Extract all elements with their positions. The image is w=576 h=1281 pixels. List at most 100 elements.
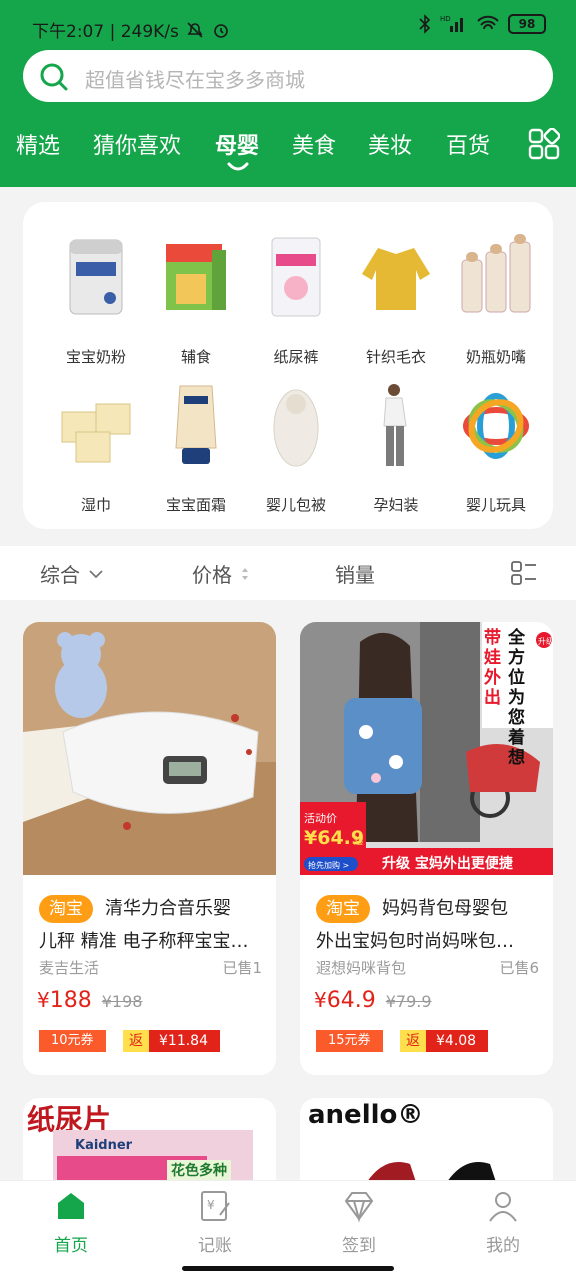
coupon-badge: 10元券 <box>39 1030 106 1052</box>
coupon-badge: 15元券 <box>316 1030 383 1052</box>
product-card[interactable]: 活动价 ¥64.9 起 抢先加购 > 升级 宝妈外出更便捷 升级 带娃外出 全方… <box>300 622 553 1075</box>
sort-label: 综合 <box>40 563 80 587</box>
current-price: 64.9 <box>326 988 376 1013</box>
swaddle-image <box>273 389 319 467</box>
category-label: 奶瓶奶嘴 <box>465 348 526 366</box>
sweater-image <box>362 248 430 310</box>
alarm-icon <box>214 23 228 38</box>
user-icon <box>489 1192 517 1222</box>
list-view-toggle-icon[interactable] <box>510 559 538 587</box>
promo-suffix: 起 <box>354 836 363 847</box>
sort-comprehensive[interactable]: 综合 <box>40 559 104 588</box>
category-baby-cream[interactable]: 宝宝面霜 <box>146 382 246 515</box>
category-maternity-wear[interactable]: 孕妇装 <box>346 382 446 515</box>
category-wet-wipes[interactable]: 湿巾 <box>46 382 146 515</box>
current-price: 188 <box>49 988 92 1013</box>
original-price: ¥79.9 <box>385 992 432 1011</box>
category-baby-food[interactable]: 辅食 <box>146 234 246 367</box>
all-categories-icon[interactable] <box>528 128 560 160</box>
sold-count: 已售6 <box>499 959 539 977</box>
toy-ball-image <box>463 393 529 459</box>
status-time: 下午2:07 | 249K/s <box>32 22 179 42</box>
nav-bookkeeping[interactable]: ¥ 记账 <box>160 1189 270 1256</box>
upgrade-badge: 升级 <box>538 636 553 646</box>
promo-label: 活动价 <box>304 812 337 825</box>
currency-symbol: ¥ <box>314 988 327 1012</box>
nav-check-in[interactable]: 签到 <box>304 1189 414 1256</box>
product-title: 淘宝 妈妈背包母婴包 外出宝妈包时尚妈咪包… <box>316 892 544 958</box>
price-block: ¥64.9 ¥79.9 <box>314 988 432 1013</box>
diaper-wrap-text: Kaidner <box>75 1138 133 1153</box>
signal-icon: HD <box>440 15 463 32</box>
category-swaddle[interactable]: 婴儿包被 <box>246 382 346 515</box>
diaper-sub-text: 花色多种 <box>167 1160 231 1180</box>
nav-label: 记账 <box>198 1236 232 1256</box>
app-header: 下午2:07 | 249K/s HD 98 超值省钱尽在宝多多商城 精选 猜你喜… <box>0 0 576 187</box>
category-label: 孕妇装 <box>373 496 419 514</box>
promo-button-text: 抢先加购 > <box>308 860 349 870</box>
category-baby-bottles[interactable]: 奶瓶奶嘴 <box>446 234 546 367</box>
platform-tag: 淘宝 <box>316 895 370 923</box>
subcategory-grid: 宝宝奶粉 辅食 纸尿裤 针织毛衣 奶瓶奶嘴 湿巾 宝宝面霜 婴儿包被 孕妇装 婴… <box>23 202 553 529</box>
maternity-model-image <box>383 384 407 466</box>
title-line-1: 清华力合音乐婴 <box>105 898 231 919</box>
rebate-label: 返 <box>400 1030 426 1052</box>
category-label: 针织毛衣 <box>365 348 426 366</box>
category-label: 婴儿包被 <box>265 496 326 514</box>
svg-text:HD: HD <box>440 15 451 23</box>
sort-price[interactable]: 价格 <box>192 559 250 588</box>
formula-can-image <box>69 239 123 315</box>
sort-bar: 综合 价格 销量 <box>0 546 576 600</box>
shop-name: 遐想妈咪背包 <box>316 959 407 977</box>
tab-beauty[interactable]: 美妆 <box>368 128 412 160</box>
ledger-icon: ¥ <box>201 1191 230 1221</box>
category-tabs: 精选 猜你喜欢 母婴 美食 美妆 百货 <box>0 118 576 178</box>
image-slogan-red: 带娃外出 <box>484 628 501 708</box>
search-bar[interactable]: 超值省钱尽在宝多多商城 <box>23 50 553 102</box>
bluetooth-icon <box>419 14 431 34</box>
price-block: ¥188 ¥198 <box>37 988 142 1013</box>
rebate-label: 返 <box>123 1030 149 1052</box>
nav-label: 我的 <box>486 1236 520 1256</box>
original-price: ¥198 <box>101 992 143 1011</box>
sort-arrows-icon <box>242 567 248 580</box>
tab-general-goods[interactable]: 百货 <box>446 128 490 160</box>
tab-guess-you-like[interactable]: 猜你喜欢 <box>93 128 181 160</box>
baby-food-box-image <box>166 244 226 310</box>
product-card[interactable]: 淘宝 清华力合音乐婴 儿秤 精准 电子称秤宝宝… 麦吉生活 已售1 ¥188 ¥19… <box>23 622 276 1075</box>
category-diapers[interactable]: 纸尿裤 <box>246 234 346 367</box>
rebate-amount: ¥4.08 <box>426 1030 489 1052</box>
tab-food[interactable]: 美食 <box>292 128 336 160</box>
product-title: 淘宝 清华力合音乐婴 儿秤 精准 电子称秤宝宝… <box>39 892 267 958</box>
cream-tube-image <box>175 385 217 464</box>
svg-text:¥: ¥ <box>207 1198 215 1212</box>
diaper-pack-image <box>53 1130 253 1186</box>
category-baby-toys[interactable]: 婴儿玩具 <box>446 382 546 515</box>
category-knit-sweater[interactable]: 针织毛衣 <box>346 234 446 367</box>
sort-label: 价格 <box>192 563 232 587</box>
sort-sales[interactable]: 销量 <box>335 559 375 588</box>
baby-scale-product-image <box>23 622 276 875</box>
title-line-2: 外出宝妈包时尚妈咪包… <box>316 931 514 952</box>
category-label: 湿巾 <box>80 496 111 514</box>
title-line-2: 儿秤 精准 电子称秤宝宝… <box>39 931 249 952</box>
status-bar: 下午2:07 | 249K/s HD 98 <box>0 0 576 52</box>
nav-home[interactable]: 首页 <box>16 1189 126 1256</box>
tab-featured[interactable]: 精选 <box>16 128 60 160</box>
wet-wipes-image <box>61 403 131 463</box>
sort-label: 销量 <box>335 563 375 587</box>
chevron-down-icon <box>89 569 103 578</box>
promo-banner: 升级 宝妈外出更便捷 <box>382 855 514 872</box>
diamond-icon <box>344 1192 374 1223</box>
nav-profile[interactable]: 我的 <box>448 1189 558 1256</box>
battery-indicator: 98 <box>508 14 546 34</box>
currency-symbol: ¥ <box>37 988 50 1012</box>
nav-label: 签到 <box>342 1236 376 1256</box>
tab-mother-baby[interactable]: 母婴 <box>215 128 259 160</box>
category-label: 纸尿裤 <box>273 348 319 366</box>
category-baby-formula[interactable]: 宝宝奶粉 <box>46 234 146 367</box>
search-icon <box>40 63 68 91</box>
rebate-amount: ¥11.84 <box>149 1030 220 1052</box>
active-tab-indicator <box>227 162 249 171</box>
category-label: 辅食 <box>180 348 211 366</box>
